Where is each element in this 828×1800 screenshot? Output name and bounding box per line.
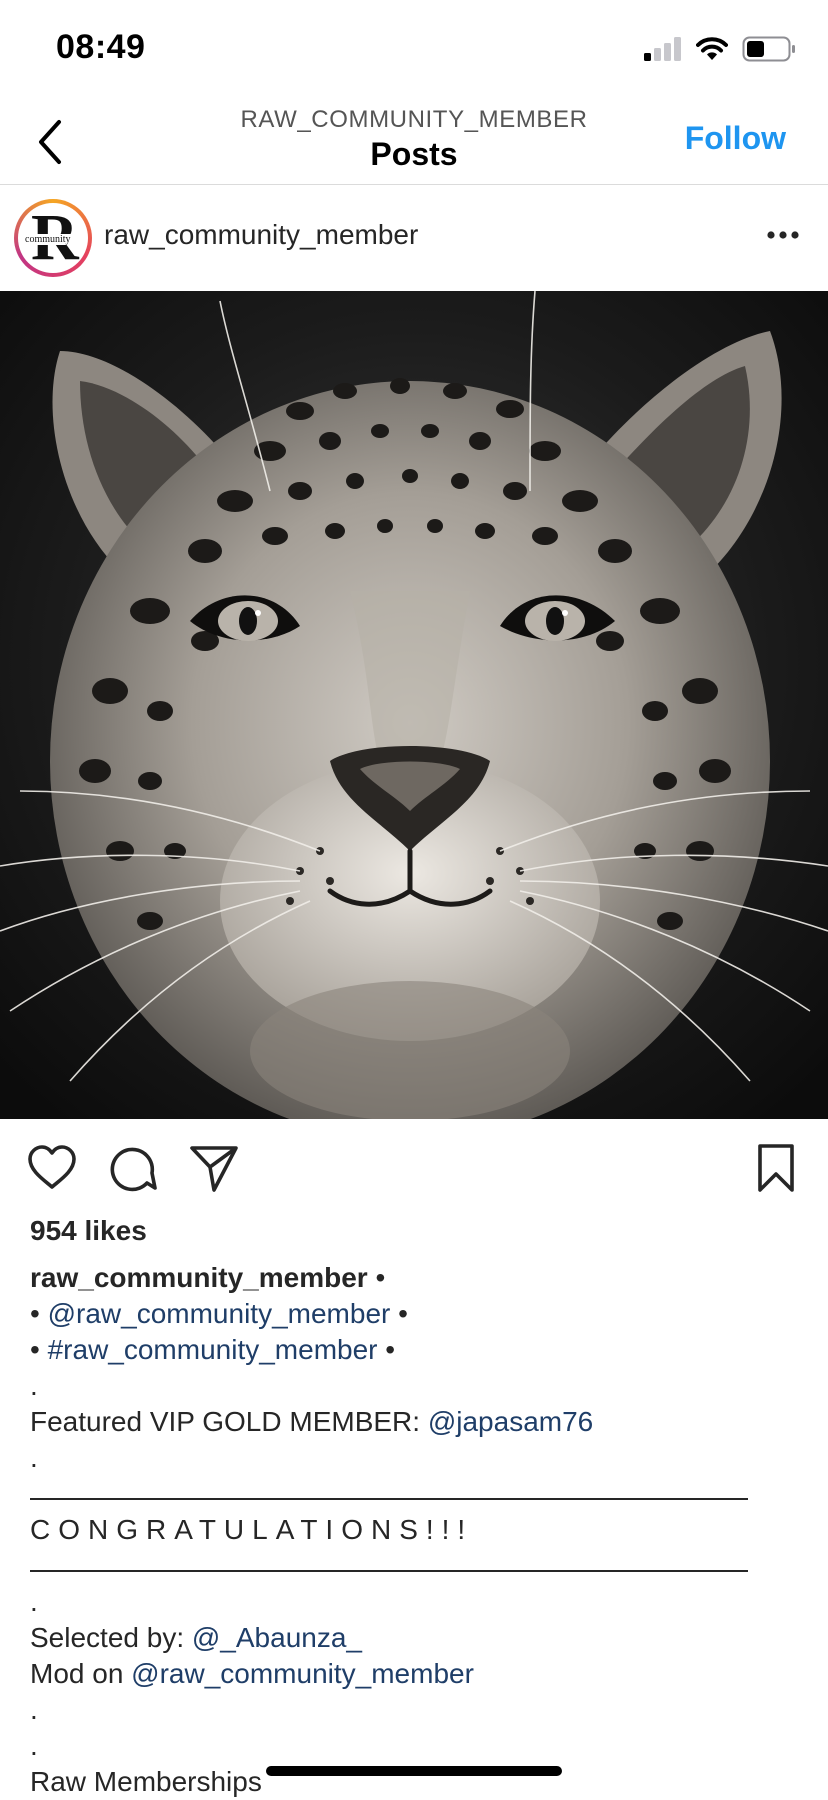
- status-bar: 08:49: [0, 0, 828, 100]
- caption-dot: .: [30, 1442, 38, 1473]
- caption-dot: .: [30, 1370, 38, 1401]
- post-username[interactable]: raw_community_member: [104, 219, 418, 251]
- likes-count[interactable]: 954 likes: [30, 1215, 147, 1247]
- caption-author[interactable]: raw_community_member: [30, 1262, 368, 1293]
- avatar-logo-word: community: [24, 234, 72, 245]
- comment-icon: [110, 1147, 157, 1192]
- caption-hashtag-line: • #raw_community_member •: [30, 1332, 800, 1368]
- featured-label: Featured VIP GOLD MEMBER:: [30, 1406, 428, 1437]
- caption-congrats: CONGRATULATIONS!!!: [30, 1514, 474, 1545]
- save-button[interactable]: [748, 1140, 804, 1196]
- comment-button[interactable]: [104, 1140, 160, 1196]
- cellular-signal-icon: [644, 37, 681, 61]
- caption-selected-line: Selected by: @_Abaunza_: [30, 1620, 800, 1656]
- status-time: 08:49: [56, 28, 146, 66]
- post-actions: [0, 1140, 828, 1196]
- post-header: R community raw_community_member: [0, 185, 828, 291]
- caption-dot: .: [30, 1694, 38, 1725]
- caption-mention-line: • @raw_community_member •: [30, 1296, 800, 1332]
- post-caption: raw_community_member • • @raw_community_…: [30, 1260, 800, 1800]
- caption-dot: .: [30, 1586, 38, 1617]
- more-options-button[interactable]: [766, 215, 800, 260]
- bullet: •: [390, 1298, 408, 1329]
- mod-user-link[interactable]: @raw_community_member: [131, 1658, 474, 1689]
- post-image[interactable]: [0, 291, 828, 1119]
- selected-label: Selected by:: [30, 1622, 192, 1653]
- hashtag-link[interactable]: #raw_community_member: [48, 1334, 378, 1365]
- send-icon: [190, 1146, 238, 1192]
- divider: [30, 1476, 800, 1512]
- follow-button[interactable]: Follow: [685, 120, 786, 157]
- share-button[interactable]: [186, 1140, 242, 1196]
- leopard-photo: [0, 291, 828, 1119]
- avatar-image: R community: [18, 203, 88, 273]
- status-icons: [644, 36, 796, 62]
- nav-bar: RAW_COMMUNITY_MEMBER Posts Follow: [0, 100, 828, 185]
- bullet: •: [377, 1334, 396, 1365]
- heart-icon: [28, 1145, 76, 1189]
- caption-featured-line: Featured VIP GOLD MEMBER: @japasam76: [30, 1404, 800, 1440]
- caption-author-line: raw_community_member •: [30, 1260, 800, 1296]
- more-horizontal-icon: [767, 231, 799, 239]
- mod-label: Mod on: [30, 1658, 132, 1689]
- wifi-icon: [696, 37, 728, 60]
- caption-dot: .: [30, 1730, 38, 1761]
- avatar[interactable]: R community: [14, 199, 92, 277]
- bookmark-icon: [758, 1144, 794, 1192]
- caption-mod-line: Mod on @raw_community_member: [30, 1656, 800, 1692]
- like-button[interactable]: [24, 1140, 80, 1196]
- home-indicator[interactable]: [266, 1766, 562, 1776]
- battery-icon: [742, 36, 795, 62]
- caption-separator: •: [367, 1262, 386, 1293]
- bullet: •: [30, 1334, 48, 1365]
- selected-user-link[interactable]: @_Abaunza_: [192, 1622, 362, 1653]
- featured-user-link[interactable]: @japasam76: [428, 1406, 593, 1437]
- mention-link[interactable]: @raw_community_member: [48, 1298, 391, 1329]
- divider: [30, 1548, 800, 1584]
- bullet: •: [30, 1298, 48, 1329]
